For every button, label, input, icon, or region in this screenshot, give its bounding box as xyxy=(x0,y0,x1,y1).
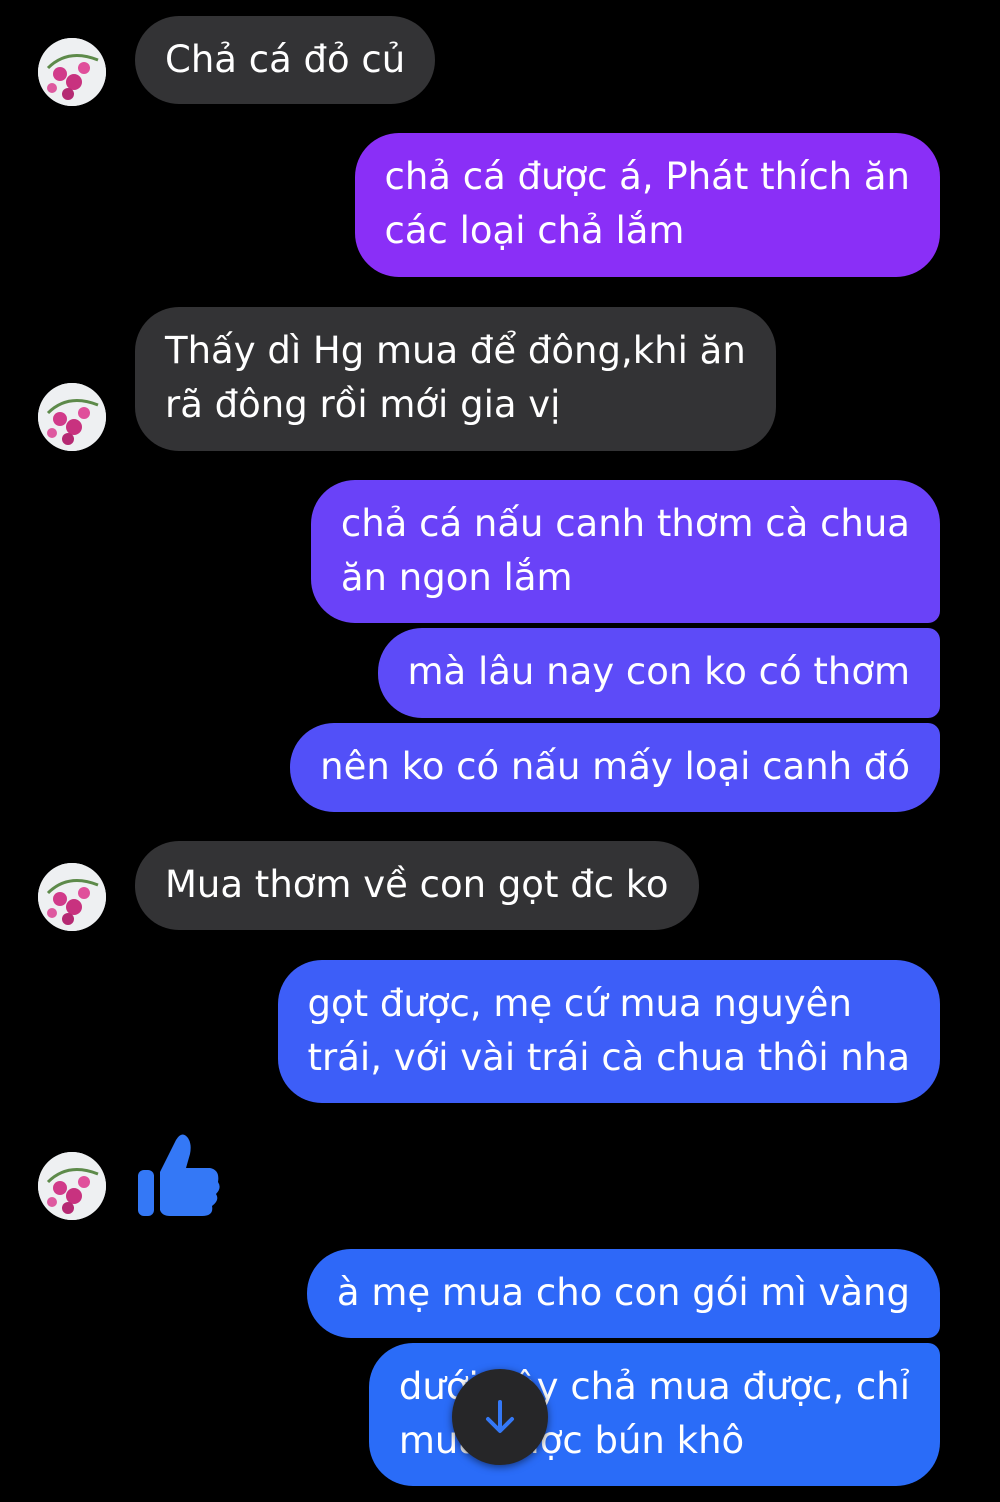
flower-avatar-icon xyxy=(38,38,106,106)
contact-avatar[interactable] xyxy=(38,383,106,451)
outgoing-message-bubble[interactable]: nên ko có nấu mấy loại canh đó xyxy=(290,723,940,812)
message-text: rã đông rồi mới gia vị xyxy=(165,383,561,426)
contact-avatar[interactable] xyxy=(38,38,106,106)
outgoing-message-bubble[interactable]: à mẹ mua cho con gói mì vàng xyxy=(306,1249,940,1338)
flower-avatar-icon xyxy=(38,1152,106,1220)
message-text: chả cá được á, Phát thích ăn xyxy=(384,155,911,198)
incoming-message-bubble[interactable]: Thấy dì Hg mua để đông,khi ăn rã đông rồ… xyxy=(135,307,776,451)
scroll-to-bottom-button[interactable] xyxy=(452,1369,548,1465)
outgoing-message-bubble[interactable]: mà lâu nay con ko có thơm xyxy=(377,628,940,718)
outgoing-message-bubble[interactable]: gọt được, mẹ cứ mua nguyên trái, với vài… xyxy=(277,960,940,1103)
message-text: à mẹ mua cho con gói mì vàng xyxy=(336,1271,910,1314)
message-text: Mua thơm về con gọt đc ko xyxy=(165,863,669,906)
message-text: gọt được, mẹ cứ mua nguyên xyxy=(307,982,852,1025)
message-text: nên ko có nấu mấy loại canh đó xyxy=(320,745,910,788)
contact-avatar[interactable] xyxy=(38,863,106,931)
arrow-down-icon xyxy=(486,1400,514,1433)
message-text: chả cá nấu canh thơm cà chua xyxy=(340,502,910,545)
message-text: ăn ngon lắm xyxy=(340,556,573,599)
flower-avatar-icon xyxy=(38,863,106,931)
message-text: mà lâu nay con ko có thơm xyxy=(407,650,911,693)
message-text: các loại chả lắm xyxy=(384,209,685,252)
contact-avatar[interactable] xyxy=(38,1152,106,1220)
message-text: trái, với vài trái cà chua thôi nha xyxy=(307,1036,910,1079)
thumbs-up-icon xyxy=(138,1134,220,1216)
flower-avatar-icon xyxy=(38,383,106,451)
incoming-message-bubble[interactable]: Mua thơm về con gọt đc ko xyxy=(135,841,699,930)
thumbs-up-message[interactable] xyxy=(130,1128,224,1222)
outgoing-message-bubble[interactable]: chả cá được á, Phát thích ăn các loại ch… xyxy=(354,133,940,277)
message-text: Thấy dì Hg mua để đông,khi ăn xyxy=(165,329,746,372)
outgoing-message-bubble[interactable]: chả cá nấu canh thơm cà chua ăn ngon lắm xyxy=(310,480,940,623)
incoming-message-bubble[interactable]: Chả cá đỏ củ xyxy=(135,16,436,104)
message-text: Chả cá đỏ củ xyxy=(165,38,406,81)
